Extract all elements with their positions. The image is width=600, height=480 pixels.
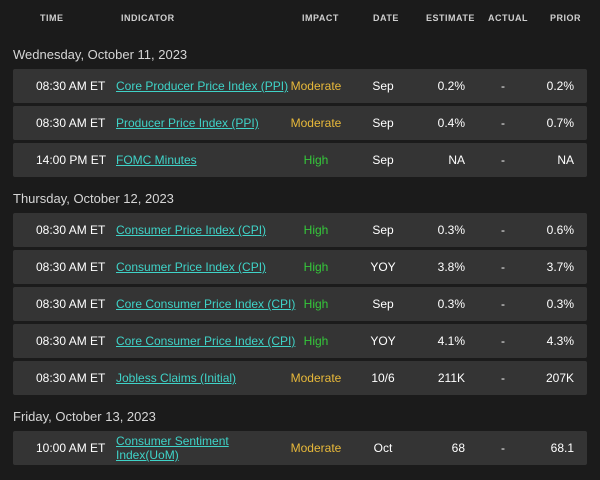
estimate-cell: 4.1%: [437, 334, 465, 348]
table-row: 14:00 PM ET FOMC Minutes High Sep NA - N…: [13, 143, 587, 177]
day-heading: Friday, October 13, 2023: [13, 409, 156, 424]
time-cell: 08:30 AM ET: [36, 297, 106, 311]
prior-cell: 207K: [545, 371, 574, 385]
estimate-cell: 211K: [437, 371, 465, 385]
column-header-indicator: INDICATOR: [121, 13, 175, 23]
date-cell: Sep: [372, 79, 394, 93]
table-row: 08:30 AM ET Consumer Price Index (CPI) H…: [13, 213, 587, 247]
time-cell: 14:00 PM ET: [36, 153, 107, 167]
indicator-cell: Consumer Price Index (CPI): [116, 213, 291, 247]
impact-cell: Moderate: [290, 441, 342, 455]
date-cell: Sep: [372, 153, 394, 167]
time-cell: 08:30 AM ET: [36, 116, 106, 130]
estimate-cell: 0.4%: [437, 116, 465, 130]
prior-cell: 0.6%: [546, 223, 574, 237]
indicator-link[interactable]: Jobless Claims (Initial): [116, 371, 236, 385]
impact-cell: Moderate: [290, 371, 342, 385]
table-row: 08:30 AM ET Core Producer Price Index (P…: [13, 69, 587, 103]
table-row: 08:30 AM ET Producer Price Index (PPI) M…: [13, 106, 587, 140]
impact-cell: High: [303, 297, 329, 311]
indicator-link[interactable]: Core Consumer Price Index (CPI): [116, 297, 295, 311]
indicator-link[interactable]: Producer Price Index (PPI): [116, 116, 259, 130]
indicator-cell: Producer Price Index (PPI): [116, 106, 291, 140]
impact-cell: Moderate: [290, 116, 342, 130]
table-row: 08:30 AM ET Jobless Claims (Initial) Mod…: [13, 361, 587, 395]
impact-cell: High: [303, 334, 329, 348]
time-cell: 08:30 AM ET: [36, 260, 106, 274]
date-cell: YOY: [370, 334, 396, 348]
day-heading: Wednesday, October 11, 2023: [13, 47, 188, 62]
prior-cell: NA: [557, 153, 574, 167]
prior-cell: 4.3%: [546, 334, 574, 348]
day-heading: Thursday, October 12, 2023: [13, 191, 174, 206]
column-header-actual: ACTUAL: [488, 13, 528, 23]
impact-cell: High: [303, 153, 329, 167]
estimate-cell: NA: [448, 153, 465, 167]
indicator-link[interactable]: Consumer Price Index (CPI): [116, 260, 266, 274]
time-cell: 08:30 AM ET: [36, 334, 106, 348]
estimate-cell: 0.3%: [437, 297, 465, 311]
prior-cell: 0.3%: [546, 297, 574, 311]
table-header: TIME INDICATOR IMPACT DATE ESTIMATE ACTU…: [0, 0, 600, 36]
indicator-cell: Core Consumer Price Index (CPI): [116, 287, 295, 321]
table-row: 08:30 AM ET Core Consumer Price Index (C…: [13, 324, 587, 358]
time-cell: 10:00 AM ET: [36, 441, 106, 455]
indicator-cell: Consumer Price Index (CPI): [116, 250, 291, 284]
column-header-date: DATE: [373, 13, 399, 23]
date-cell: 10/6: [371, 371, 395, 385]
table-row: 10:00 AM ET Consumer Sentiment Index(UoM…: [13, 431, 587, 465]
column-header-prior: PRIOR: [550, 13, 582, 23]
date-cell: Sep: [372, 223, 394, 237]
indicator-link[interactable]: Consumer Price Index (CPI): [116, 223, 266, 237]
indicator-cell: Core Consumer Price Index (CPI): [116, 324, 295, 358]
indicator-link[interactable]: Core Producer Price Index (PPI): [116, 79, 288, 93]
date-cell: Oct: [373, 441, 393, 455]
indicator-cell: FOMC Minutes: [116, 143, 291, 177]
estimate-cell: 0.2%: [437, 79, 465, 93]
prior-cell: 0.2%: [546, 79, 574, 93]
impact-cell: High: [303, 223, 329, 237]
date-cell: Sep: [372, 297, 394, 311]
time-cell: 08:30 AM ET: [36, 79, 106, 93]
table-row: 08:30 AM ET Consumer Price Index (CPI) H…: [13, 250, 587, 284]
impact-cell: Moderate: [290, 79, 342, 93]
indicator-link[interactable]: Consumer Sentiment Index(UoM): [116, 434, 251, 462]
column-header-impact: IMPACT: [302, 13, 339, 23]
indicator-cell: Core Producer Price Index (PPI): [116, 69, 291, 103]
date-cell: Sep: [372, 116, 394, 130]
time-cell: 08:30 AM ET: [36, 371, 106, 385]
estimate-cell: 0.3%: [437, 223, 465, 237]
date-cell: YOY: [370, 260, 396, 274]
prior-cell: 0.7%: [546, 116, 574, 130]
estimate-cell: 3.8%: [437, 260, 465, 274]
impact-cell: High: [303, 260, 329, 274]
indicator-cell: Jobless Claims (Initial): [116, 361, 291, 395]
prior-cell: 68.1: [550, 441, 574, 455]
indicator-cell: Consumer Sentiment Index(UoM): [116, 431, 251, 465]
estimate-cell: 68: [451, 441, 465, 455]
indicator-link[interactable]: Core Consumer Price Index (CPI): [116, 334, 295, 348]
indicator-link[interactable]: FOMC Minutes: [116, 153, 197, 167]
column-header-time: TIME: [40, 13, 64, 23]
column-header-estimate: ESTIMATE: [426, 13, 475, 23]
prior-cell: 3.7%: [546, 260, 574, 274]
time-cell: 08:30 AM ET: [36, 223, 106, 237]
table-row: 08:30 AM ET Core Consumer Price Index (C…: [13, 287, 587, 321]
